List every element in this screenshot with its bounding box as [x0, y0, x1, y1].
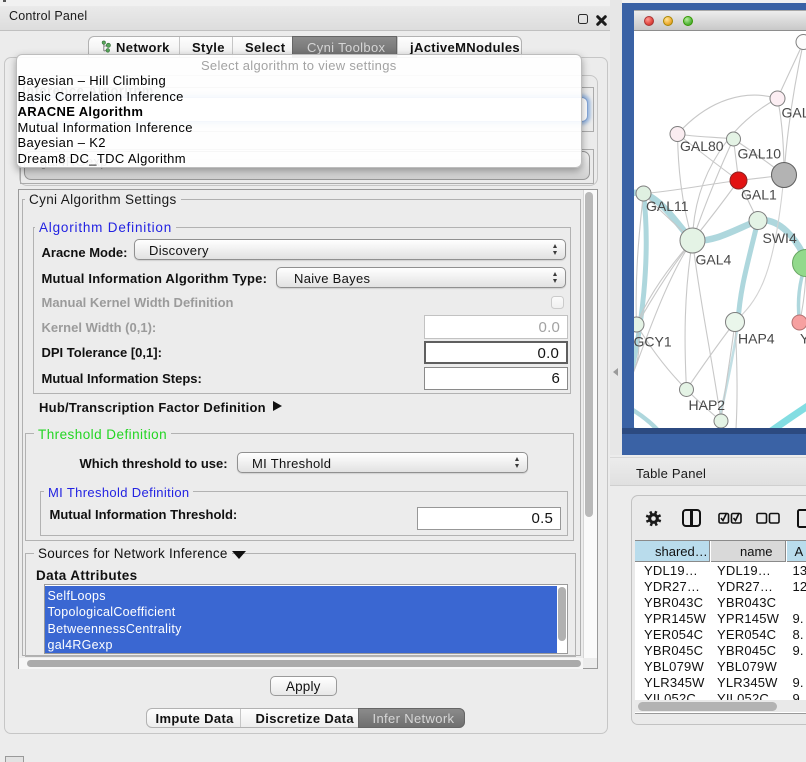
- svg-text:SWI4: SWI4: [763, 230, 797, 246]
- svg-text:GAL1: GAL1: [741, 187, 777, 203]
- svg-text:GAL10: GAL10: [738, 146, 782, 162]
- svg-text:GAL80: GAL80: [680, 138, 724, 154]
- svg-text:GCY1: GCY1: [634, 334, 672, 350]
- svg-text:HAP2: HAP2: [689, 397, 726, 413]
- svg-text:GAL7: GAL7: [782, 105, 806, 121]
- svg-text:GAL4: GAL4: [696, 252, 732, 268]
- svg-text:Y: Y: [800, 331, 806, 347]
- svg-text:GAL11: GAL11: [646, 198, 689, 214]
- svg-text:HAP4: HAP4: [738, 331, 775, 347]
